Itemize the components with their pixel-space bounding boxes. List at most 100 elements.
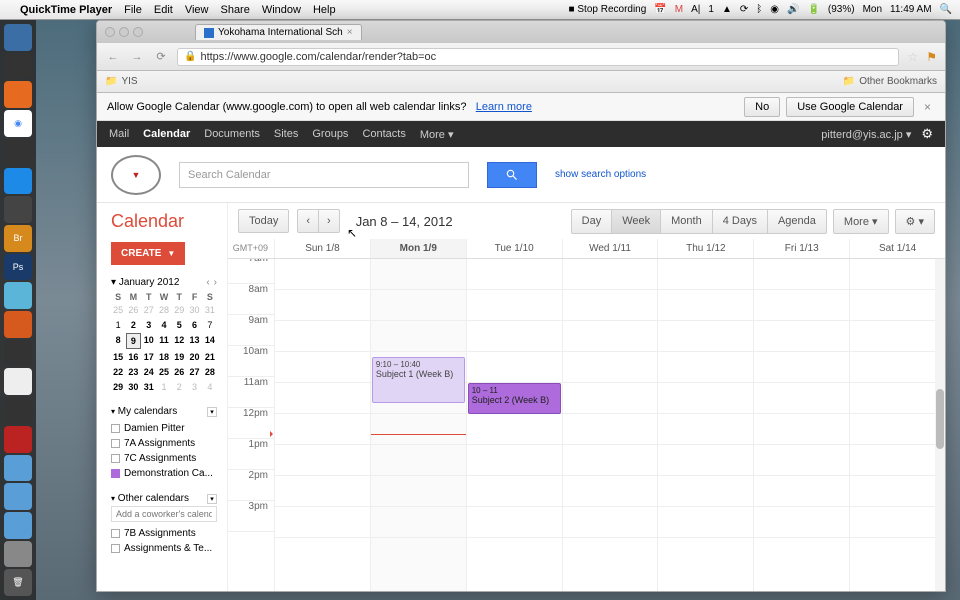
gnav-item-mail[interactable]: Mail xyxy=(109,128,129,141)
infobar-no-button[interactable]: No xyxy=(744,97,780,117)
menu-file[interactable]: File xyxy=(124,4,142,16)
day-header[interactable]: Sun 1/8 xyxy=(274,239,370,258)
mini-day[interactable]: 24 xyxy=(142,365,156,379)
mini-day[interactable]: 28 xyxy=(157,303,171,317)
calendar-item[interactable]: Assignments & Te... xyxy=(111,541,217,556)
calendar-checkbox[interactable] xyxy=(111,469,120,478)
battery-icon[interactable]: 🔋 xyxy=(807,4,819,15)
clock-time[interactable]: 11:49 AM xyxy=(890,4,932,15)
dock-dashboard-icon[interactable] xyxy=(4,53,32,80)
menu-view[interactable]: View xyxy=(185,4,209,16)
calendar-item[interactable]: Demonstration Ca... xyxy=(111,466,217,481)
mini-day[interactable]: 3 xyxy=(187,380,201,394)
mini-day[interactable]: 21 xyxy=(203,350,217,364)
back-button[interactable]: ← xyxy=(105,49,121,65)
calendar-item[interactable]: 7C Assignments xyxy=(111,451,217,466)
dock-app3-icon[interactable] xyxy=(4,282,32,309)
mini-day[interactable]: 29 xyxy=(172,303,186,317)
dock-app8-icon[interactable] xyxy=(4,426,32,453)
dock-folder3-icon[interactable] xyxy=(4,512,32,539)
dock-firefox-icon[interactable] xyxy=(4,81,32,108)
extension-icon[interactable]: ⚑ xyxy=(926,50,937,64)
mini-day[interactable]: 12 xyxy=(172,333,186,349)
mini-day[interactable]: 2 xyxy=(126,318,140,332)
dock-app6-icon[interactable] xyxy=(4,368,32,395)
mini-day[interactable]: 20 xyxy=(187,350,201,364)
mini-day[interactable]: 4 xyxy=(203,380,217,394)
my-calendars-menu-icon[interactable]: ▾ xyxy=(207,407,217,417)
mini-day[interactable]: 22 xyxy=(111,365,125,379)
flame-icon[interactable]: ▲ xyxy=(722,4,732,15)
gnav-item-groups[interactable]: Groups xyxy=(312,128,348,141)
gnav-item-documents[interactable]: Documents xyxy=(204,128,260,141)
dock-finder-icon[interactable] xyxy=(4,24,32,51)
other-calendars-header[interactable]: ▾ Other calendars ▾ xyxy=(111,493,217,504)
calendar-checkbox[interactable] xyxy=(111,424,120,433)
mini-day[interactable]: 13 xyxy=(187,333,201,349)
day-column[interactable] xyxy=(849,259,945,591)
search-button[interactable] xyxy=(487,162,537,188)
mini-day[interactable]: 6 xyxy=(187,318,201,332)
infobar-close-icon[interactable]: × xyxy=(920,100,935,114)
mini-day[interactable]: 4 xyxy=(157,318,171,332)
day-column[interactable] xyxy=(753,259,849,591)
mini-day[interactable]: 17 xyxy=(142,350,156,364)
calendar-icon[interactable]: 📅 xyxy=(654,4,666,15)
create-button[interactable]: CREATE▼ xyxy=(111,242,185,265)
mini-day[interactable]: 15 xyxy=(111,350,125,364)
browser-tab[interactable]: Yokohama International Sch × xyxy=(195,24,362,40)
wifi-icon[interactable]: ◉ xyxy=(770,4,779,15)
gnav-item-sites[interactable]: Sites xyxy=(274,128,298,141)
calendar-checkbox[interactable] xyxy=(111,454,120,463)
other-bookmarks[interactable]: 📁 Other Bookmarks xyxy=(843,76,937,87)
window-close-icon[interactable] xyxy=(105,27,115,37)
add-coworker-input[interactable] xyxy=(111,506,217,522)
menu-window[interactable]: Window xyxy=(262,4,301,16)
dock-app5-icon[interactable] xyxy=(4,340,32,367)
dock-trash-icon[interactable]: 🗑 xyxy=(4,569,32,596)
mini-day[interactable]: 23 xyxy=(126,365,140,379)
mini-day[interactable]: 28 xyxy=(203,365,217,379)
view-agenda-button[interactable]: Agenda xyxy=(767,209,827,234)
dock-app4-icon[interactable] xyxy=(4,311,32,338)
mini-day[interactable]: 18 xyxy=(157,350,171,364)
day-header[interactable]: Sat 1/14 xyxy=(849,239,945,258)
volume-icon[interactable]: 🔊 xyxy=(787,4,799,15)
other-calendars-menu-icon[interactable]: ▾ xyxy=(207,494,217,504)
day-header[interactable]: Thu 1/12 xyxy=(657,239,753,258)
reload-button[interactable]: ⟳ xyxy=(153,49,169,65)
day-column[interactable]: 9:10 – 10:40Subject 1 (Week B) xyxy=(370,259,466,591)
bookmark-folder-yis[interactable]: 📁 YIS xyxy=(105,76,138,87)
day-column[interactable] xyxy=(274,259,370,591)
dock-folder1-icon[interactable] xyxy=(4,455,32,482)
mini-day[interactable]: 27 xyxy=(142,303,156,317)
calendar-item[interactable]: Damien Pitter xyxy=(111,421,217,436)
mini-day[interactable]: 29 xyxy=(111,380,125,394)
adobe-icon[interactable]: A| xyxy=(691,4,700,15)
mini-day[interactable]: 25 xyxy=(111,303,125,317)
dock-app9-icon[interactable] xyxy=(4,541,32,568)
gnav-item-more[interactable]: More ▾ xyxy=(420,128,454,141)
today-button[interactable]: Today xyxy=(238,209,289,233)
day-column[interactable] xyxy=(657,259,753,591)
calendar-item[interactable]: 7B Assignments xyxy=(111,526,217,541)
mini-day[interactable]: 9 xyxy=(126,333,140,349)
mini-day[interactable]: 30 xyxy=(126,380,140,394)
mini-day[interactable]: 26 xyxy=(172,365,186,379)
mini-day[interactable]: 31 xyxy=(142,380,156,394)
dock-app7-icon[interactable] xyxy=(4,397,32,424)
dock-chrome-icon[interactable]: ◉ xyxy=(4,110,32,137)
dock-photoshop-icon[interactable]: Ps xyxy=(4,254,32,281)
view-day-button[interactable]: Day xyxy=(571,209,612,234)
mini-day[interactable]: 2 xyxy=(172,380,186,394)
my-calendars-header[interactable]: ▾ My calendars ▾ xyxy=(111,406,217,417)
show-search-options-link[interactable]: show search options xyxy=(555,169,646,180)
prev-week-button[interactable]: ‹ xyxy=(297,209,318,233)
gnav-item-contacts[interactable]: Contacts xyxy=(362,128,405,141)
window-minimize-icon[interactable] xyxy=(119,27,129,37)
mini-day[interactable]: 3 xyxy=(142,318,156,332)
menu-share[interactable]: Share xyxy=(220,4,249,16)
bluetooth-icon[interactable]: ᛒ xyxy=(756,4,762,15)
more-button[interactable]: More ▾ xyxy=(833,209,889,234)
day-header[interactable]: Wed 1/11 xyxy=(562,239,658,258)
